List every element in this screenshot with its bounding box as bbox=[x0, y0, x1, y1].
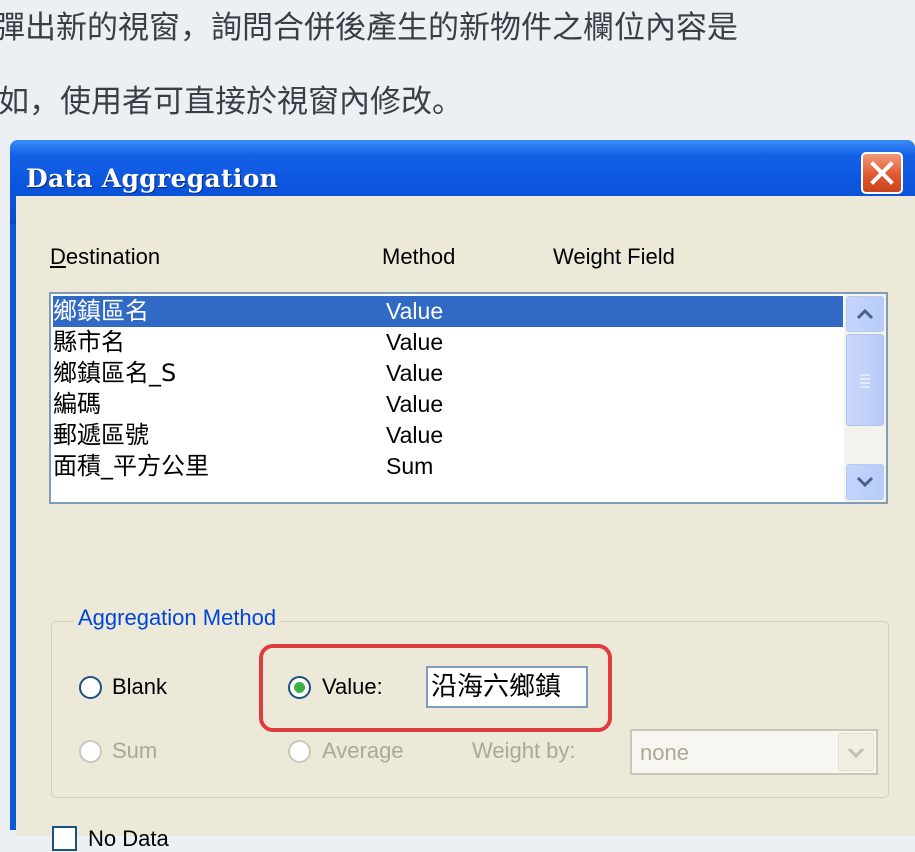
list-item[interactable]: 鄉鎮區名_S Value bbox=[53, 358, 843, 389]
chevron-down-icon bbox=[856, 476, 874, 488]
listbox-scrollbar[interactable] bbox=[844, 294, 886, 502]
sum-radio[interactable] bbox=[79, 740, 102, 763]
chevron-up-icon bbox=[856, 308, 874, 320]
weight-field-header: Weight Field bbox=[553, 244, 675, 269]
average-radio[interactable] bbox=[288, 740, 311, 763]
destination-listbox[interactable]: 鄉鎮區名 Value 縣市名 Value 鄉鎮區名_S Value 編碼 Val… bbox=[49, 292, 888, 504]
highlight-annotation bbox=[259, 644, 612, 732]
dialog-title: Data Aggregation bbox=[26, 164, 279, 193]
close-icon bbox=[870, 161, 894, 185]
no-data-label: No Data bbox=[88, 826, 169, 851]
list-item[interactable]: 鄉鎮區名 Value bbox=[53, 296, 843, 327]
dialog-client-area: Destination Method Weight Field 鄉鎮區名 Val… bbox=[16, 196, 915, 851]
dropdown-button[interactable] bbox=[838, 733, 874, 771]
aggregation-method-legend: Aggregation Method bbox=[74, 605, 281, 631]
aggregation-method-group: Aggregation Method Blank Value: 沿海六鄉鎮 Su… bbox=[51, 605, 889, 798]
grip-icon bbox=[860, 374, 870, 388]
close-button[interactable] bbox=[861, 152, 903, 194]
no-data-checkbox[interactable] bbox=[52, 826, 77, 851]
list-item[interactable]: 縣市名 Value bbox=[53, 327, 843, 358]
sum-label: Sum bbox=[112, 738, 158, 763]
weight-by-value: none bbox=[640, 740, 689, 765]
chevron-down-icon bbox=[847, 747, 865, 759]
weight-by-select[interactable]: none bbox=[630, 729, 878, 775]
list-item[interactable]: 編碼 Value bbox=[53, 389, 843, 420]
caption-line-2: 如，使用者可直接於視窗內修改。 bbox=[0, 84, 463, 120]
caption-line-1: 彈出新的視窗，詢問合併後產生的新物件之欄位內容是 bbox=[0, 10, 738, 46]
blank-radio[interactable] bbox=[79, 676, 102, 699]
scroll-up-button[interactable] bbox=[846, 296, 884, 332]
data-aggregation-dialog: Data Aggregation Destination Method Weig… bbox=[10, 140, 915, 851]
destination-header: Destination bbox=[50, 244, 161, 269]
list-item[interactable]: 郵遞區號 Value bbox=[53, 420, 843, 451]
weight-by-label: Weight by: bbox=[472, 738, 576, 763]
method-header: Method bbox=[382, 244, 456, 269]
scroll-down-button[interactable] bbox=[846, 464, 884, 500]
blank-label: Blank bbox=[112, 674, 168, 699]
scroll-thumb[interactable] bbox=[846, 334, 884, 426]
average-label: Average bbox=[322, 738, 404, 763]
list-item[interactable]: 面積_平方公里 Sum bbox=[53, 451, 843, 482]
